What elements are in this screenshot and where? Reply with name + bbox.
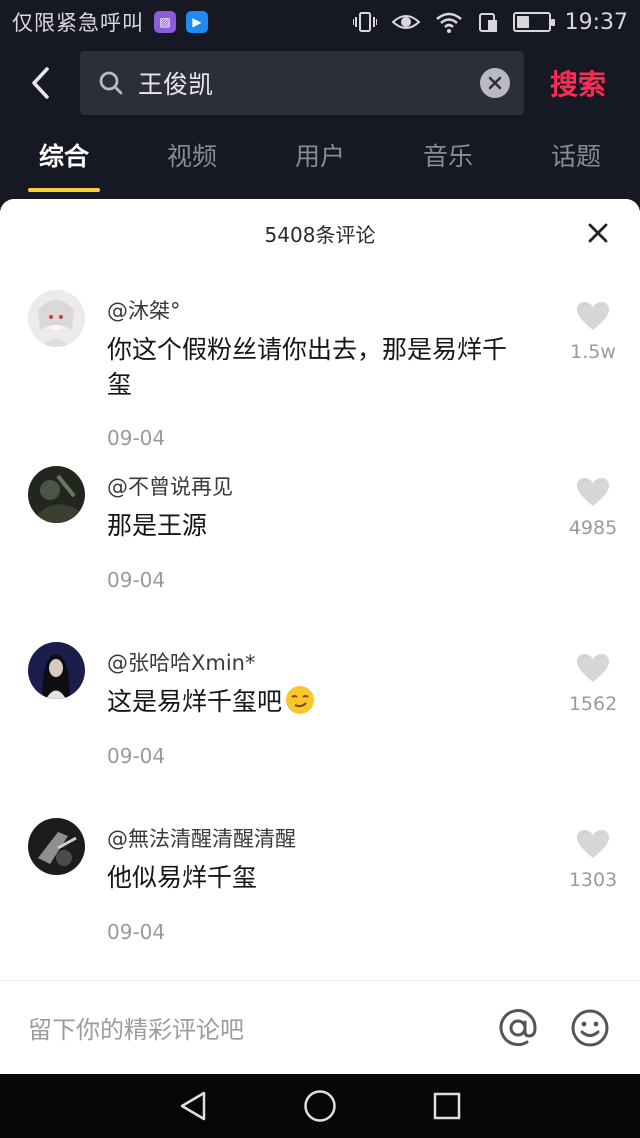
tab-users[interactable]: 用户 (256, 122, 384, 192)
tab-label: 视频 (166, 142, 217, 171)
smirk-emoji-icon (286, 686, 315, 714)
active-tab-indicator (28, 188, 100, 192)
system-nav-bar (0, 1074, 640, 1138)
nav-back-button[interactable] (173, 1086, 213, 1126)
comment-input[interactable]: 留下你的精彩评论吧 (28, 1010, 468, 1045)
back-arrow-icon (32, 67, 49, 99)
tab-general[interactable]: 综合 (0, 122, 128, 192)
comment-item: @张哈哈Xmin* 这是易烊千玺吧 09-04 1562 (0, 627, 640, 803)
close-icon (588, 223, 608, 243)
tab-music[interactable]: 音乐 (384, 122, 512, 192)
heart-icon (577, 654, 609, 682)
like-count: 4985 (568, 517, 618, 539)
comment-text: 这是易烊千玺吧 (107, 684, 527, 719)
tab-label: 用户 (294, 142, 345, 171)
status-icons: 19:37 (352, 9, 628, 35)
comment-list[interactable]: @沐桀° 你这个假粉丝请你出去，那是易烊千玺 09-04 1.5w @不曾说再见… (0, 275, 640, 980)
screen: 仅限紧急呼叫 ▨ ▶ 19:37 王俊凯 搜索 综合 视频 用户 音乐 话题 5… (0, 0, 640, 1138)
heart-icon (577, 478, 609, 506)
carrier-text: 仅限紧急呼叫 (12, 11, 144, 35)
avatar[interactable] (28, 466, 85, 523)
comment-date: 09-04 (107, 920, 166, 944)
triangle-back-icon (181, 1091, 206, 1121)
avatar[interactable] (28, 818, 85, 875)
sim-icon (478, 13, 497, 32)
tab-label: 音乐 (422, 142, 473, 171)
heart-icon (577, 830, 609, 858)
tab-label: 综合 (38, 142, 89, 171)
comment-item: @沐桀° 你这个假粉丝请你出去，那是易烊千玺 09-04 1.5w (0, 275, 640, 451)
video-app-icon: ▶ (186, 11, 208, 33)
like-count: 1.5w (570, 341, 616, 363)
clock: 19:37 (564, 9, 628, 35)
like-button[interactable]: 1303 (568, 829, 618, 891)
square-recents-icon (433, 1092, 460, 1120)
comment-username[interactable]: @沐桀° (107, 295, 181, 325)
comment-username[interactable]: @张哈哈Xmin* (107, 647, 256, 677)
tab-videos[interactable]: 视频 (128, 122, 256, 192)
like-count: 1303 (568, 869, 618, 891)
comment-username[interactable]: @不曾说再见 (107, 471, 233, 501)
search-query: 王俊凯 (138, 70, 214, 99)
comment-input-bar: 留下你的精彩评论吧 (0, 980, 640, 1074)
circle-home-icon (304, 1090, 336, 1122)
like-button[interactable]: 1562 (568, 653, 618, 715)
battery-level (516, 16, 529, 28)
comment-count-title: 5408条评论 (264, 223, 376, 247)
wifi-icon (435, 12, 462, 33)
eye-icon (391, 15, 421, 29)
clear-icon (488, 76, 502, 90)
comment-date: 09-04 (107, 744, 166, 768)
emoji-button[interactable] (568, 1006, 612, 1050)
search-tabs: 综合 视频 用户 音乐 话题 (0, 122, 640, 192)
nav-home-button[interactable] (300, 1086, 340, 1126)
smiley-icon (571, 1009, 609, 1046)
avatar[interactable] (28, 642, 85, 699)
close-button[interactable] (586, 221, 610, 245)
comment-text: 他似易烊千玺 (107, 863, 258, 892)
comment-text: 你这个假粉丝请你出去，那是易烊千玺 (107, 335, 508, 399)
comment-body: 这是易烊千玺吧 (107, 687, 283, 716)
back-button[interactable] (0, 44, 80, 122)
search-header: 王俊凯 搜索 (0, 44, 640, 122)
tab-label: 话题 (550, 142, 601, 171)
search-button[interactable]: 搜索 (550, 63, 606, 103)
comments-sheet: 5408条评论 @沐桀° 你这个假粉丝请你出去，那是易烊千玺 09-04 1.5… (0, 199, 640, 1074)
search-input[interactable]: 王俊凯 (80, 51, 524, 115)
like-count: 1562 (568, 693, 618, 715)
like-button[interactable]: 1.5w (568, 301, 618, 363)
at-sign-icon (499, 1008, 537, 1046)
vibrate-icon (352, 12, 377, 32)
comment-date: 09-04 (107, 426, 166, 450)
comment-item: @不曾说再见 那是王源 09-04 4985 (0, 451, 640, 627)
status-bar: 仅限紧急呼叫 ▨ ▶ 19:37 (0, 0, 640, 44)
comment-item: @無法清醒清醒清醒 他似易烊千玺 09-04 1303 (0, 803, 640, 979)
comment-date: 09-04 (107, 568, 166, 592)
clear-search-button[interactable] (480, 68, 510, 98)
avatar[interactable] (28, 290, 85, 347)
battery-icon (512, 12, 555, 32)
nav-recents-button[interactable] (427, 1086, 467, 1126)
like-button[interactable]: 4985 (568, 477, 618, 539)
comment-text: 那是王源 (107, 511, 208, 540)
comment-username[interactable]: @無法清醒清醒清醒 (107, 823, 296, 853)
tab-topics[interactable]: 话题 (512, 122, 640, 192)
search-icon (99, 71, 123, 95)
heart-icon (577, 302, 609, 330)
gallery-app-icon: ▨ (154, 11, 176, 33)
mention-button[interactable] (496, 1006, 540, 1050)
